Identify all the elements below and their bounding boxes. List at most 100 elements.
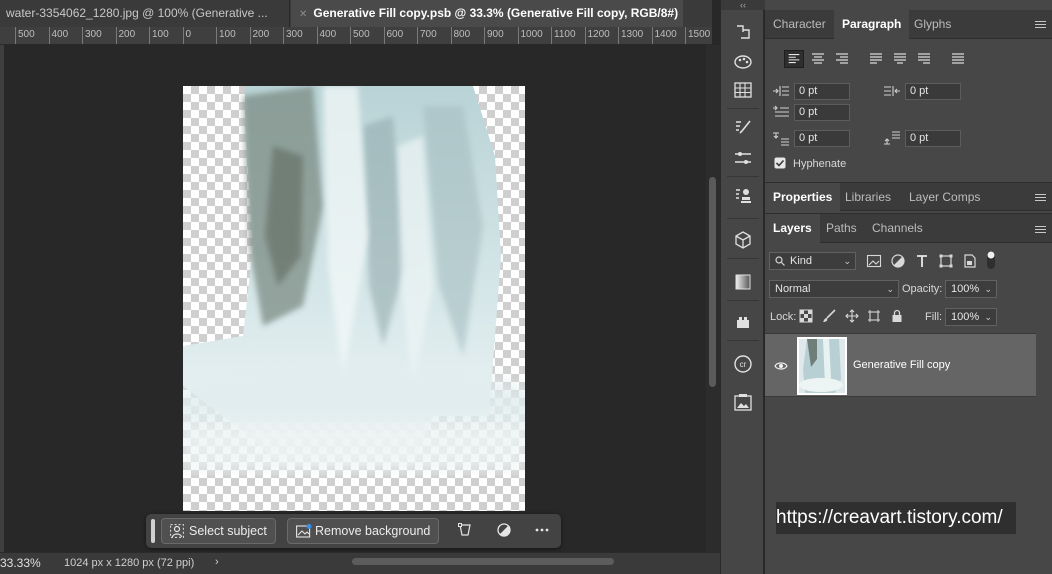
transform-icon[interactable] <box>456 522 474 540</box>
opacity-label: Opacity: <box>902 283 943 295</box>
collapse-dock-icon[interactable]: ‹‹ <box>721 0 765 10</box>
indent-first-line-field[interactable]: 0 pt <box>794 104 850 121</box>
horizontal-ruler[interactable]: 500 400 300 200 100 0 100 200 300 400 500 600 700 800… <box>0 27 712 45</box>
ruler-tick <box>383 27 385 44</box>
indent-left-icon <box>773 86 789 96</box>
layer-name[interactable]: Generative Fill copy <box>853 359 950 371</box>
filter-pixel-icon[interactable] <box>866 253 882 269</box>
history-icon[interactable] <box>733 22 753 42</box>
swatches-icon[interactable] <box>733 80 753 100</box>
3d-cube-icon[interactable] <box>733 230 753 250</box>
tab-character[interactable]: Character <box>765 10 834 38</box>
tab-paths[interactable]: Paths <box>818 214 865 243</box>
lock-position-icon[interactable] <box>845 309 859 323</box>
contextual-task-bar: Select subject Remove background <box>146 514 561 548</box>
document-tab-water[interactable]: water-3354062_1280.jpg @ 100% (Generativ… <box>0 0 290 27</box>
fill-value: 100% <box>951 311 980 323</box>
justify-all-icon[interactable] <box>948 50 968 68</box>
filter-shape-icon[interactable] <box>938 253 954 269</box>
ruler-tick <box>149 27 150 44</box>
indent-right-field[interactable]: 0 pt <box>905 83 961 100</box>
filter-adjustment-icon[interactable] <box>890 253 906 269</box>
align-left-icon[interactable] <box>784 50 804 68</box>
content-credentials-icon[interactable]: cr <box>733 354 753 374</box>
ruler-tick <box>651 27 653 44</box>
remove-background-button[interactable]: Remove background <box>287 518 440 544</box>
hyphenate-checkbox[interactable] <box>774 157 786 169</box>
space-after-field[interactable]: 0 pt <box>905 130 961 147</box>
space-before-icon <box>773 132 789 146</box>
tab-channels[interactable]: Channels <box>864 214 931 243</box>
layer-thumbnail-image <box>799 339 845 393</box>
status-menu-arrow[interactable]: › <box>215 556 219 568</box>
search-icon <box>775 256 785 266</box>
close-icon[interactable]: ✕ <box>299 9 307 20</box>
color-palette-icon[interactable] <box>733 52 753 72</box>
justify-last-left-icon[interactable] <box>866 50 886 68</box>
space-after-icon <box>884 131 900 145</box>
space-before-field[interactable]: 0 pt <box>794 130 850 147</box>
dock-separator <box>727 300 759 301</box>
plugins-icon[interactable] <box>733 312 753 332</box>
fill-field[interactable]: 100% ⌄ <box>945 308 997 326</box>
filter-toggle-switch[interactable] <box>985 250 997 270</box>
dock-separator <box>727 258 759 259</box>
filter-type-icon[interactable] <box>914 253 930 269</box>
adjustment-icon[interactable] <box>495 522 513 540</box>
document-canvas[interactable] <box>183 86 525 511</box>
vertical-scroll-thumb[interactable] <box>709 177 716 387</box>
type-panel-tabs: Character Paragraph Glyphs <box>765 10 1052 39</box>
canvas-area[interactable] <box>4 45 706 552</box>
indent-left-field[interactable]: 0 pt <box>794 83 850 100</box>
taskbar-drag-handle[interactable] <box>151 519 155 543</box>
tab-layers[interactable]: Layers <box>765 214 820 244</box>
justify-last-center-icon[interactable] <box>890 50 910 68</box>
lock-all-icon[interactable] <box>890 309 904 323</box>
tab-libraries[interactable]: Libraries <box>837 183 899 211</box>
document-size: 1024 px x 1280 px (72 ppi) <box>64 557 195 569</box>
vertical-scrollbar[interactable] <box>706 45 720 552</box>
tab-glyphs[interactable]: Glyphs <box>906 10 959 38</box>
lock-artboard-icon[interactable] <box>867 309 881 323</box>
layer-filter-dropdown[interactable]: Kind ⌄ <box>769 252 856 270</box>
blend-mode-dropdown[interactable]: Normal ⌄ <box>769 280 899 298</box>
opacity-field[interactable]: 100% ⌄ <box>945 280 997 298</box>
watermark-text: https://creavart.tistory.com/ <box>776 507 1003 528</box>
lock-image-pixels-icon[interactable] <box>822 309 836 323</box>
ruler-tick-label: 400 <box>51 29 69 40</box>
layer-thumbnail[interactable] <box>797 337 847 395</box>
clone-source-icon[interactable] <box>733 186 753 206</box>
lock-transparent-pixels-icon[interactable] <box>799 309 813 323</box>
layer-row[interactable]: Generative Fill copy <box>765 333 1036 397</box>
justify-last-right-icon[interactable] <box>914 50 934 68</box>
filter-smart-object-icon[interactable] <box>962 253 978 269</box>
layers-scrollbar[interactable] <box>1036 333 1052 574</box>
tab-properties[interactable]: Properties <box>765 183 841 211</box>
brushes-icon[interactable] <box>733 148 753 168</box>
zoom-level[interactable]: 33.33% <box>0 556 41 570</box>
tab-paragraph[interactable]: Paragraph <box>834 10 910 39</box>
select-subject-button[interactable]: Select subject <box>161 518 276 544</box>
gradients-icon[interactable] <box>733 272 753 292</box>
align-right-icon[interactable] <box>832 50 852 68</box>
more-icon[interactable] <box>533 522 551 540</box>
tab-layer-comps[interactable]: Layer Comps <box>901 183 988 211</box>
ruler-tick-label: 300 <box>85 29 102 40</box>
panel-menu-icon[interactable] <box>1035 21 1046 30</box>
align-center-icon[interactable] <box>808 50 828 68</box>
ruler-tick-label: 800 <box>453 29 471 40</box>
watermark-url: https://creavart.tistory.com/ <box>776 502 1016 534</box>
dock-separator <box>727 340 759 341</box>
brush-settings-icon[interactable] <box>733 118 753 138</box>
horizontal-scroll-thumb[interactable] <box>352 558 614 565</box>
chevron-down-icon: ⌄ <box>984 284 992 294</box>
panel-menu-icon[interactable] <box>1035 226 1046 235</box>
ruler-tick-label: 700 <box>420 29 437 40</box>
ruler-tick-label: 200 <box>252 29 270 40</box>
ruler-tick-label: 200 <box>118 29 136 40</box>
panel-menu-icon[interactable] <box>1035 194 1046 203</box>
ruler-tick-label: 1400 <box>654 29 677 40</box>
image-info-icon[interactable] <box>733 393 753 413</box>
document-tab-generative-fill[interactable]: ✕ Generative Fill copy.psb @ 33.3% (Gener… <box>291 0 683 27</box>
eye-icon[interactable] <box>774 361 788 371</box>
